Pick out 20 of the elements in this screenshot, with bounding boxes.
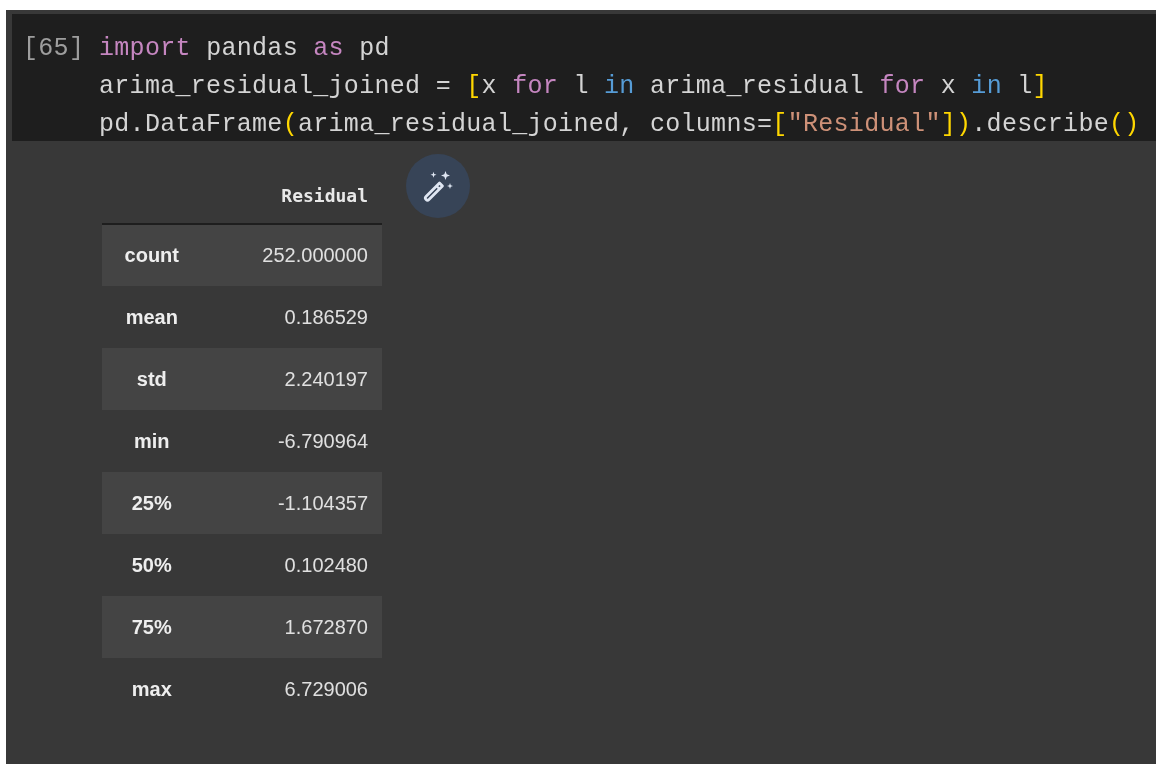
code-line: pd.DataFrame(arima_residual_joined, columns=["Residual"]).describe() [99, 109, 1140, 141]
row-label: max [102, 658, 202, 720]
table-cell: -6.790964 [201, 410, 382, 472]
table-cell: 1.672870 [201, 596, 382, 658]
row-label: mean [102, 286, 202, 348]
code-line: arima_residual_joined = [x for l in arima_residual for x in l] [99, 71, 1049, 103]
execution-count: [65] [22, 33, 86, 65]
row-label: 25% [102, 472, 202, 534]
table-cell: 2.240197 [201, 348, 382, 410]
row-label: 75% [102, 596, 202, 658]
table-cell: 0.102480 [201, 534, 382, 596]
row-label: 50% [102, 534, 202, 596]
table-cell: 252.000000 [201, 224, 382, 286]
row-label: count [102, 224, 202, 286]
table-cell: 0.186529 [201, 286, 382, 348]
row-label: std [102, 348, 202, 410]
code-line: import pandas as pd [99, 33, 391, 65]
row-label: min [102, 410, 202, 472]
table-cell: -1.104357 [201, 472, 382, 534]
table-cell: 6.729006 [201, 658, 382, 720]
